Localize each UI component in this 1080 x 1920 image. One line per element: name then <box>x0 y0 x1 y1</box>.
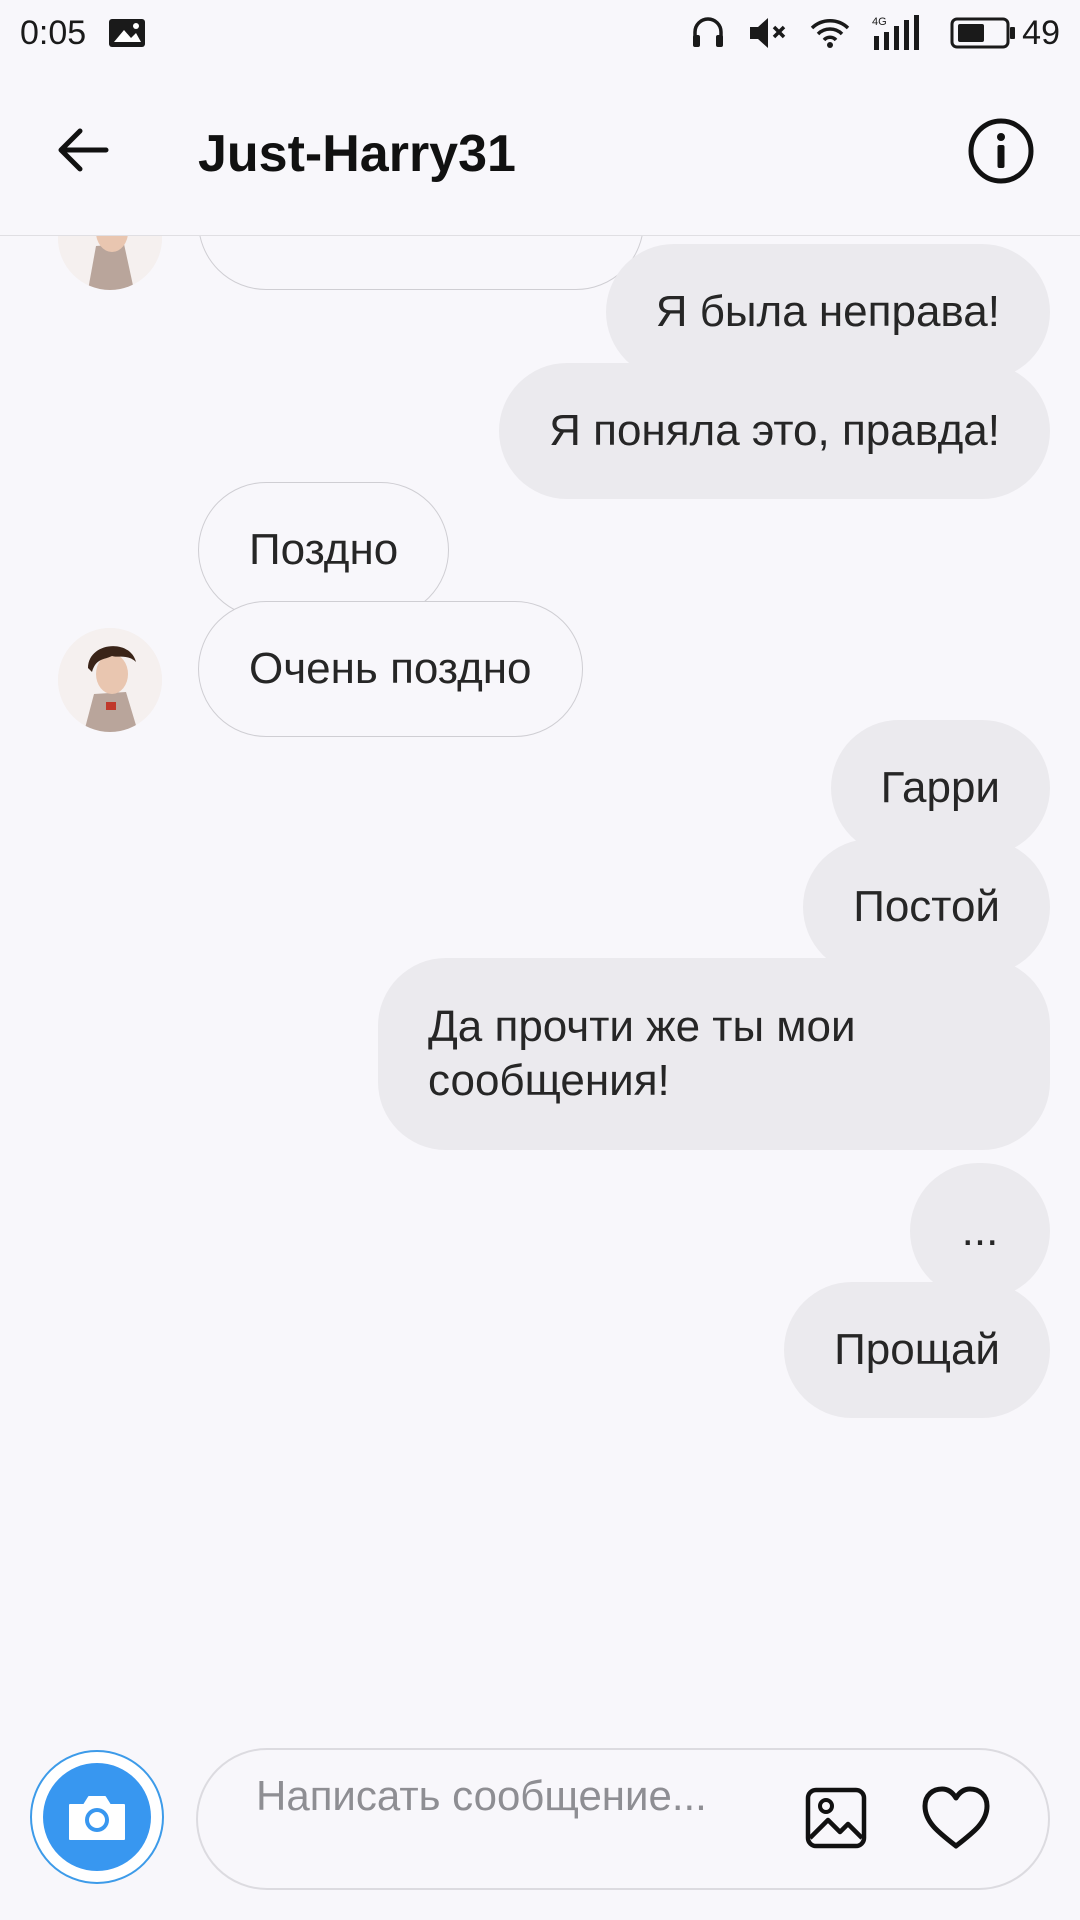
avatar[interactable] <box>58 628 162 732</box>
info-button[interactable] <box>966 116 1036 186</box>
chat-header: Just-Harry31 <box>0 66 1080 236</box>
arrow-left-icon <box>58 128 109 172</box>
message-bubble-incoming[interactable]: Очень поздно <box>198 601 583 737</box>
back-button[interactable] <box>52 120 112 180</box>
message-bubble-partial[interactable] <box>198 236 644 290</box>
conversation-title[interactable]: Just-Harry31 <box>198 124 516 184</box>
message-bubble-outgoing[interactable]: Гарри <box>830 720 1050 856</box>
message-bubble-outgoing[interactable]: ... <box>910 1163 1050 1299</box>
image-icon <box>805 1787 867 1849</box>
message-bubble-outgoing[interactable]: Постой <box>803 839 1050 975</box>
camera-button-fill <box>43 1763 151 1871</box>
message-bubble-outgoing[interactable]: Да прочти же ты мои сообщения! <box>378 958 1050 1150</box>
battery-icon <box>950 17 1016 49</box>
avatar-portrait-icon <box>58 236 162 290</box>
info-circle-icon <box>968 118 1034 184</box>
message-thread[interactable]: Я была неправа! Я поняла это, правда! По… <box>0 236 1080 1736</box>
wifi-icon <box>810 19 850 48</box>
message-input-placeholder: Написать сообщение... <box>256 1772 707 1819</box>
avatar-portrait-icon <box>58 628 162 732</box>
heart-icon <box>922 1786 990 1849</box>
avatar[interactable] <box>58 236 162 290</box>
like-button[interactable] <box>920 1784 992 1852</box>
message-bubble-outgoing[interactable]: Я была неправа! <box>605 244 1050 380</box>
message-bubble-incoming[interactable]: Поздно <box>198 482 450 618</box>
camera-button[interactable] <box>30 1750 164 1884</box>
message-bubble-outgoing[interactable]: Прощай <box>784 1282 1050 1418</box>
battery-group: 49 <box>950 14 1060 53</box>
4g-signal-icon: 4G <box>872 15 920 50</box>
camera-icon <box>69 1796 125 1840</box>
status-time: 0:05 <box>20 13 87 52</box>
status-bar: 0:05 4G 49 <box>0 0 1080 66</box>
headphones-icon <box>693 17 724 47</box>
network-type-label: 4G <box>872 16 887 28</box>
battery-level: 49 <box>1022 13 1060 52</box>
message-input[interactable]: Написать сообщение... <box>196 1748 1050 1890</box>
mute-icon <box>750 18 786 48</box>
image-notification-icon <box>109 19 146 47</box>
message-bubble-outgoing[interactable]: Я поняла это, правда! <box>499 363 1050 499</box>
gallery-button[interactable] <box>804 1786 868 1850</box>
